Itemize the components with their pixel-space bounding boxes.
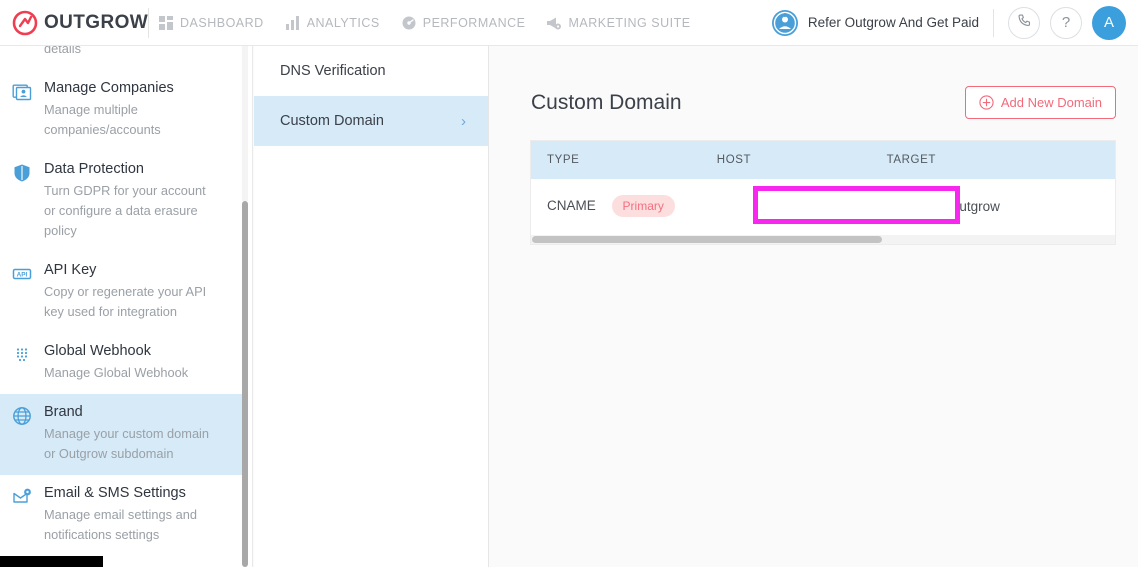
sidebar-item-api-key-title: API Key	[44, 261, 235, 280]
megaphone-gear-icon	[547, 16, 561, 30]
cell-type-value: CNAME	[547, 198, 596, 213]
companies-card-icon	[12, 79, 34, 140]
nav-item-dashboard[interactable]: DASHBOARD	[159, 16, 264, 30]
sidebar-item-data-protection-desc: Turn GDPR for your account or configure …	[44, 181, 219, 241]
main-nav: DASHBOARD ANALYTICS PERFORMANCE	[159, 16, 691, 30]
plus-circle-icon	[979, 95, 994, 110]
sidebar-scrollbar-thumb[interactable]	[242, 201, 248, 567]
browser-status-bar	[0, 556, 103, 567]
page-title: Custom Domain	[531, 91, 682, 115]
outgrow-logo-icon	[12, 10, 38, 36]
user-account-icon	[12, 46, 34, 59]
app-header: OUTGROW DASHBOARD ANAL	[0, 0, 1138, 46]
sidebar-item-manage-companies-desc: Manage multiple companies/accounts	[44, 100, 219, 140]
table-header-target: TARGET	[887, 154, 1115, 166]
submenu-item-dns-verification[interactable]: DNS Verification	[254, 46, 488, 96]
sidebar-list: View and edit your account details Manag…	[0, 46, 247, 556]
speedometer-icon	[402, 16, 416, 30]
nav-item-analytics[interactable]: ANALYTICS	[286, 16, 380, 30]
sidebar-item-global-webhook[interactable]: Global Webhook Manage Global Webhook	[0, 333, 247, 394]
cell-target: cname-ssl.outgrow	[887, 199, 1115, 214]
sidebar-item-global-webhook-desc: Manage Global Webhook	[44, 363, 219, 383]
table-header-host: HOST	[717, 154, 887, 166]
shield-icon	[12, 160, 34, 241]
sidebar-item-api-key[interactable]: API API Key Copy or regenerate your API …	[0, 252, 247, 333]
main-content: Custom Domain Add New Domain	[490, 46, 1138, 567]
sidebar-item-brand-title: Brand	[44, 403, 235, 422]
table-row[interactable]: CNAME Primary cname-ssl.outgrow	[531, 179, 1115, 233]
content-header: Custom Domain Add New Domain	[490, 46, 1138, 119]
header-right-divider	[993, 9, 994, 37]
sidebar-item-api-key-desc: Copy or regenerate your API key used for…	[44, 282, 219, 322]
api-badge-icon: API	[12, 261, 34, 322]
brand-name: OUTGROW	[44, 12, 148, 34]
cell-type: CNAME Primary	[531, 195, 717, 217]
brand-submenu-panel: DNS Verification Custom Domain ›	[254, 46, 489, 567]
avatar[interactable]: A	[1092, 6, 1126, 40]
nav-item-performance[interactable]: PERFORMANCE	[402, 16, 526, 30]
refer-label: Refer Outgrow And Get Paid	[808, 15, 979, 30]
refer-outgrow-link[interactable]: Refer Outgrow And Get Paid	[771, 9, 979, 37]
sidebar-item-brand-desc: Manage your custom domain or Outgrow sub…	[44, 424, 219, 464]
sidebar-item-email-sms-settings-desc: Manage email settings and notifications …	[44, 505, 219, 545]
submenu-item-custom-domain-label: Custom Domain	[280, 113, 384, 129]
table-horizontal-scrollbar-thumb[interactable]	[532, 236, 882, 243]
sidebar-scrollbar-track[interactable]	[242, 46, 248, 201]
status-badge: Primary	[612, 195, 675, 217]
chevron-right-icon: ›	[461, 113, 466, 130]
nav-label-marketing-suite: MARKETING SUITE	[568, 16, 690, 30]
custom-domain-table-card: TYPE HOST TARGET CNAME Primary cname-ssl…	[530, 140, 1116, 245]
email-gear-icon	[12, 484, 34, 545]
bar-chart-icon	[286, 16, 300, 30]
submenu-item-dns-verification-label: DNS Verification	[280, 63, 386, 79]
add-new-domain-label: Add New Domain	[1001, 95, 1102, 110]
table-horizontal-scrollbar-track[interactable]	[531, 235, 1116, 244]
sidebar-item-account-desc: View and edit your account details	[44, 46, 219, 59]
table-header-row: TYPE HOST TARGET	[531, 141, 1115, 179]
sidebar-item-global-webhook-title: Global Webhook	[44, 342, 235, 361]
question-mark-icon: ?	[1062, 14, 1070, 31]
sidebar-item-brand[interactable]: Brand Manage your custom domain or Outgr…	[0, 394, 247, 475]
sidebar-item-email-sms-settings[interactable]: Email & SMS Settings Manage email settin…	[0, 475, 247, 556]
nav-label-analytics: ANALYTICS	[307, 16, 380, 30]
sidebar-item-data-protection[interactable]: Data Protection Turn GDPR for your accou…	[0, 151, 247, 252]
submenu-item-custom-domain[interactable]: Custom Domain ›	[254, 96, 488, 146]
svg-text:API: API	[17, 272, 28, 279]
brand-logo[interactable]: OUTGROW	[0, 10, 148, 36]
phone-button[interactable]	[1008, 7, 1040, 39]
nav-item-marketing-suite[interactable]: MARKETING SUITE	[547, 16, 690, 30]
grid-dashboard-icon	[159, 16, 173, 30]
phone-icon	[1017, 13, 1032, 32]
header-right-actions: Refer Outgrow And Get Paid ? A	[771, 6, 1138, 40]
sidebar-item-manage-companies-title: Manage Companies	[44, 79, 235, 98]
settings-sidebar[interactable]: View and edit your account details Manag…	[0, 46, 253, 567]
nav-label-performance: PERFORMANCE	[423, 16, 526, 30]
refer-person-icon	[771, 9, 799, 37]
sidebar-item-manage-companies[interactable]: Manage Companies Manage multiple compani…	[0, 70, 247, 151]
webhook-dots-icon	[12, 342, 34, 383]
sidebar-item-account[interactable]: View and edit your account details	[0, 46, 247, 70]
nav-label-dashboard: DASHBOARD	[180, 16, 264, 30]
table-header-type: TYPE	[531, 154, 717, 166]
globe-icon	[12, 403, 34, 464]
help-button[interactable]: ?	[1050, 7, 1082, 39]
sidebar-item-data-protection-title: Data Protection	[44, 160, 235, 179]
add-new-domain-button[interactable]: Add New Domain	[965, 86, 1116, 119]
sidebar-item-email-sms-settings-title: Email & SMS Settings	[44, 484, 235, 503]
header-divider	[148, 8, 149, 38]
